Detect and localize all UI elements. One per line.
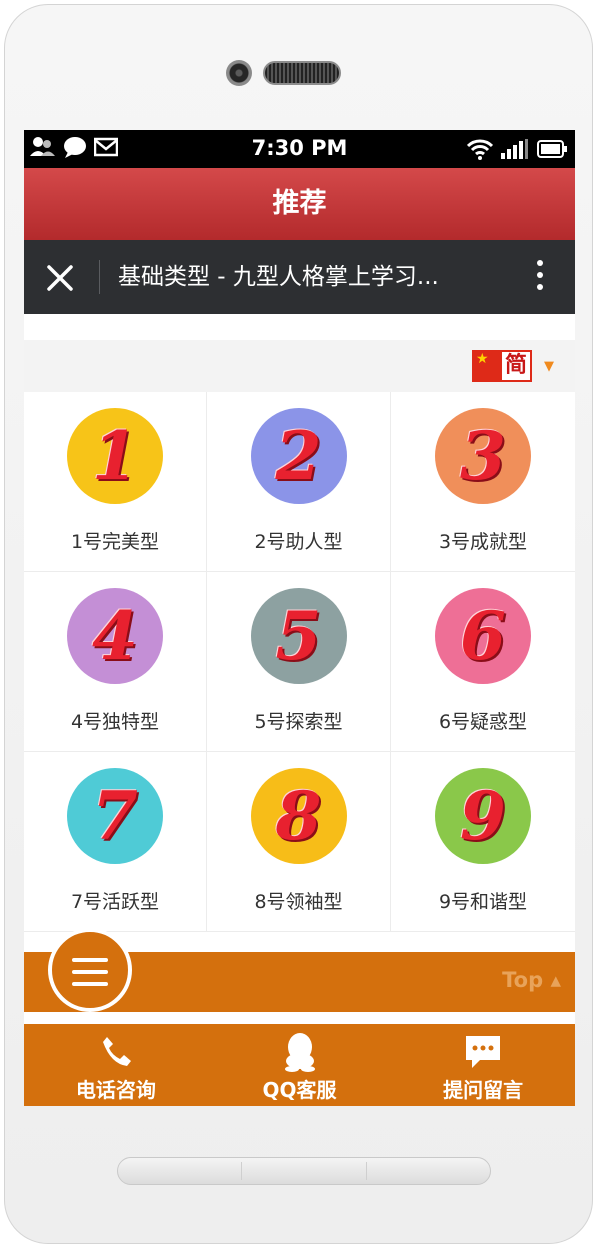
more-options-icon[interactable] bbox=[535, 260, 545, 296]
type-number: 8 bbox=[275, 777, 322, 855]
type-label: 8号领袖型 bbox=[254, 891, 343, 913]
wifi-icon bbox=[467, 139, 493, 160]
type-badge: 7 bbox=[67, 768, 163, 864]
type-badge: 6 bbox=[435, 588, 531, 684]
back-to-top-link[interactable]: Top ▴ bbox=[502, 968, 561, 992]
type-card-6[interactable]: 6 6号疑惑型 bbox=[391, 572, 575, 752]
dropdown-arrow-icon[interactable]: ▼ bbox=[544, 359, 554, 374]
type-label: 7号活跃型 bbox=[70, 891, 160, 913]
menu-button[interactable] bbox=[48, 928, 132, 1012]
phone-icon bbox=[102, 1037, 131, 1066]
page-title: 基础类型 - 九型人格掌上学习... bbox=[118, 264, 439, 290]
phone-consult-button[interactable]: 电话咨询 bbox=[24, 1024, 208, 1106]
nav-divider bbox=[99, 260, 100, 294]
type-card-1[interactable]: 1 1号完美型 bbox=[24, 392, 207, 572]
language-switch-button[interactable]: ★ 简 bbox=[472, 350, 532, 382]
type-grid: 1 1号完美型 2 2号助人型 3 3号成就型 4 4号独特型 5 5号探索型 … bbox=[24, 392, 575, 932]
type-number: 9 bbox=[460, 777, 506, 855]
china-flag-icon: ★ bbox=[476, 351, 489, 367]
type-badge: 3 bbox=[435, 408, 531, 504]
app-header: 推荐 bbox=[24, 168, 575, 240]
type-card-5[interactable]: 5 5号探索型 bbox=[207, 572, 391, 752]
type-label: 2号助人型 bbox=[254, 531, 343, 553]
type-card-4[interactable]: 4 4号独特型 bbox=[24, 572, 207, 752]
type-badge: 9 bbox=[435, 768, 531, 864]
type-label: 4号独特型 bbox=[70, 711, 160, 733]
nav-label: QQ客服 bbox=[262, 1078, 337, 1102]
nav-label: 提问留言 bbox=[443, 1078, 524, 1102]
type-number: 6 bbox=[460, 597, 506, 675]
type-card-2[interactable]: 2 2号助人型 bbox=[207, 392, 391, 572]
type-number: 4 bbox=[92, 597, 138, 675]
type-label: 6号疑惑型 bbox=[438, 711, 528, 733]
leave-message-button[interactable]: 提问留言 bbox=[391, 1024, 575, 1106]
type-label: 1号完美型 bbox=[70, 531, 160, 553]
type-badge: 5 bbox=[250, 588, 347, 684]
qq-icon bbox=[284, 1033, 315, 1072]
type-number: 1 bbox=[92, 417, 138, 495]
type-badge: 1 bbox=[67, 408, 163, 504]
camera-icon bbox=[226, 60, 252, 86]
type-label: 5号探索型 bbox=[254, 711, 343, 733]
type-card-8[interactable]: 8 8号领袖型 bbox=[207, 752, 391, 932]
language-label: 简 bbox=[502, 352, 530, 380]
bottom-nav: 电话咨询 QQ客服 提问留言 bbox=[24, 1024, 575, 1106]
screen: 7:30 PM 推荐 基础类型 - 九型人格掌上学习... ★ 简 ▼ 1 1号… bbox=[24, 130, 575, 1106]
type-label: 9号和谐型 bbox=[438, 891, 528, 913]
signal-icon bbox=[501, 139, 528, 159]
close-icon[interactable] bbox=[44, 262, 76, 294]
type-card-7[interactable]: 7 7号活跃型 bbox=[24, 752, 207, 932]
type-badge: 4 bbox=[67, 588, 163, 684]
type-badge: 8 bbox=[250, 768, 347, 864]
type-card-3[interactable]: 3 3号成就型 bbox=[391, 392, 575, 572]
webview-nav-bar: 基础类型 - 九型人格掌上学习... bbox=[24, 240, 575, 314]
battery-icon bbox=[537, 140, 567, 158]
home-divider bbox=[366, 1162, 367, 1180]
type-label: 3号成就型 bbox=[438, 531, 528, 553]
type-number: 7 bbox=[92, 777, 138, 855]
type-number: 5 bbox=[275, 597, 322, 675]
type-number: 2 bbox=[275, 417, 322, 495]
home-divider bbox=[241, 1162, 242, 1180]
message-icon bbox=[466, 1036, 501, 1068]
nav-label: 电话咨询 bbox=[75, 1078, 156, 1102]
type-number: 3 bbox=[460, 417, 506, 495]
type-card-9[interactable]: 9 9号和谐型 bbox=[391, 752, 575, 932]
type-badge: 2 bbox=[250, 408, 347, 504]
status-bar: 7:30 PM bbox=[24, 130, 575, 168]
qq-service-button[interactable]: QQ客服 bbox=[208, 1024, 392, 1106]
speaker-grille bbox=[263, 61, 341, 85]
home-button[interactable] bbox=[117, 1157, 491, 1185]
